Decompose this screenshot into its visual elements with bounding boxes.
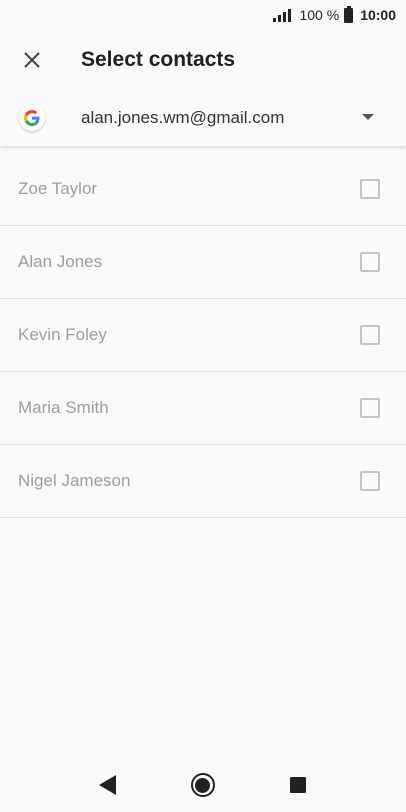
contact-name: Maria Smith <box>18 398 109 417</box>
recents-icon <box>290 777 307 793</box>
contact-list: Zoe Taylor Alan Jones Kevin Foley Maria … <box>0 153 406 518</box>
contact-row-kevin-foley[interactable]: Kevin Foley <box>0 299 406 372</box>
navigation-bar <box>0 758 406 812</box>
contact-row-alan-jones[interactable]: Alan Jones <box>0 226 406 299</box>
contact-checkbox[interactable] <box>360 325 380 345</box>
contact-name: Zoe Taylor <box>18 179 98 198</box>
account-selector[interactable]: alan.jones.wm@gmail.com <box>0 90 406 146</box>
battery-percent: 100 % <box>299 7 340 23</box>
google-logo-icon <box>19 105 45 131</box>
page-title: Select contacts <box>81 48 236 71</box>
close-icon <box>24 52 40 68</box>
contact-name: Alan Jones <box>18 252 103 271</box>
contact-name: Kevin Foley <box>18 325 107 344</box>
app-bar: Select contacts <box>0 30 406 90</box>
status-bar: 100 % 10:00 <box>0 0 406 30</box>
contact-checkbox[interactable] <box>360 471 380 491</box>
contact-checkbox[interactable] <box>360 252 380 272</box>
contact-checkbox[interactable] <box>360 179 380 199</box>
home-icon <box>190 773 215 797</box>
clock: 10:00 <box>360 7 396 23</box>
back-button[interactable] <box>86 763 130 807</box>
back-icon <box>99 775 117 795</box>
close-button[interactable] <box>12 40 52 80</box>
signal-icon <box>273 8 292 22</box>
contact-row-zoe-taylor[interactable]: Zoe Taylor <box>0 153 406 226</box>
contact-row-nigel-jameson[interactable]: Nigel Jameson <box>0 445 406 518</box>
screen: 100 % 10:00 Select contacts alan.jones.w… <box>0 0 406 812</box>
recents-button[interactable] <box>276 763 320 807</box>
contact-checkbox[interactable] <box>360 398 380 418</box>
contact-row-maria-smith[interactable]: Maria Smith <box>0 372 406 445</box>
dropdown-arrow-icon <box>362 114 374 120</box>
contact-name: Nigel Jameson <box>18 471 131 490</box>
home-button[interactable] <box>181 763 225 807</box>
account-email: alan.jones.wm@gmail.com <box>81 108 285 127</box>
battery-icon <box>344 5 354 23</box>
